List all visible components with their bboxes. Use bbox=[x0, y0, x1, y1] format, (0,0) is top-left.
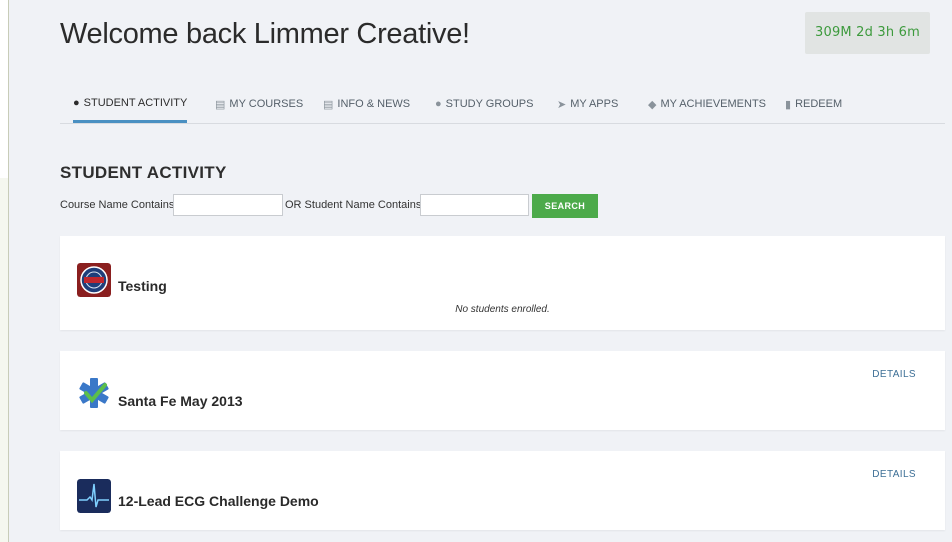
chat-icon: ● bbox=[435, 98, 442, 110]
enrollment-status: No students enrolled. bbox=[455, 304, 550, 315]
tags-icon: ➤ bbox=[557, 98, 567, 111]
star-of-life-check-icon bbox=[79, 378, 109, 408]
tab-label: STUDY GROUPS bbox=[445, 98, 534, 110]
course-name: Testing bbox=[118, 278, 167, 294]
page-title: Welcome back Limmer Creative! bbox=[60, 18, 470, 50]
course-name-input[interactable] bbox=[173, 194, 283, 216]
details-link[interactable]: DETAILS bbox=[872, 469, 916, 480]
course-card-ecg: 12-Lead ECG Challenge Demo DETAILS bbox=[60, 451, 945, 530]
course-card-santa-fe: Santa Fe May 2013 DETAILS bbox=[60, 351, 945, 430]
pass-logo-icon bbox=[77, 263, 111, 297]
search-button[interactable]: SEARCH bbox=[532, 194, 598, 218]
barcode-icon: ▮ bbox=[785, 98, 792, 111]
tab-label: REDEEM bbox=[795, 98, 843, 110]
tab-info-news[interactable]: ▤ INFO & NEWS bbox=[323, 86, 410, 122]
details-link[interactable]: DETAILS bbox=[872, 369, 916, 380]
tab-label: MY COURSES bbox=[229, 98, 304, 110]
tab-my-apps[interactable]: ➤ MY APPS bbox=[557, 86, 618, 122]
tab-label: INFO & NEWS bbox=[337, 98, 411, 110]
time-remaining-badge: 309M 2d 3h 6m bbox=[805, 12, 930, 54]
tab-redeem[interactable]: ▮ REDEEM bbox=[785, 86, 842, 122]
tab-label: MY ACHIEVEMENTS bbox=[660, 98, 767, 110]
tab-study-groups[interactable]: ● STUDY GROUPS bbox=[435, 86, 533, 122]
student-name-input[interactable] bbox=[420, 194, 529, 216]
left-panel-edge bbox=[0, 0, 9, 542]
tab-my-achievements[interactable]: ◆ MY ACHIEVEMENTS bbox=[648, 86, 766, 122]
course-name: 12-Lead ECG Challenge Demo bbox=[118, 493, 319, 509]
tab-label: MY APPS bbox=[570, 98, 619, 110]
tab-label: STUDENT ACTIVITY bbox=[83, 97, 188, 109]
section-title: STUDENT ACTIVITY bbox=[60, 163, 227, 182]
course-card-testing: Testing No students enrolled. bbox=[60, 236, 945, 330]
main-tabs: ● STUDENT ACTIVITY ▤ MY COURSES ▤ INFO &… bbox=[60, 86, 945, 124]
tab-my-courses[interactable]: ▤ MY COURSES bbox=[215, 86, 303, 122]
shield-icon: ◆ bbox=[648, 98, 657, 111]
course-name-label: Course Name Contains bbox=[60, 199, 175, 211]
group-icon: ● bbox=[73, 97, 80, 109]
tab-student-activity[interactable]: ● STUDENT ACTIVITY bbox=[73, 86, 188, 123]
newspaper-icon: ▤ bbox=[323, 98, 334, 111]
briefcase-icon: ▤ bbox=[215, 98, 226, 111]
ecg-waveform-icon bbox=[77, 479, 111, 513]
student-name-label: OR Student Name Contains bbox=[285, 199, 422, 211]
course-name: Santa Fe May 2013 bbox=[118, 393, 243, 409]
